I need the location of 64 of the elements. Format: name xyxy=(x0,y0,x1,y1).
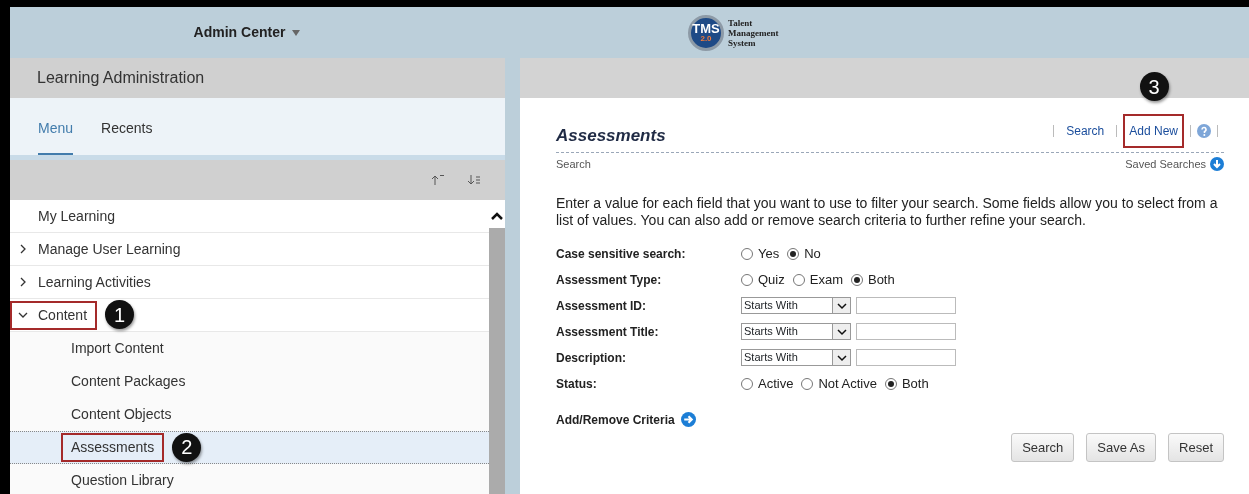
operator-dropdown[interactable]: Starts With xyxy=(741,349,851,366)
logo-wordmark-line: Talent xyxy=(728,17,754,28)
menu-item[interactable]: Content Objects xyxy=(61,400,182,429)
action-button[interactable]: Search xyxy=(1011,432,1075,462)
menu-title[interactable]: Admin Center xyxy=(193,22,286,43)
menu-tab[interactable]: Recents xyxy=(101,118,153,155)
radio-label: Exam xyxy=(809,270,843,289)
radio-label: Both xyxy=(867,270,895,289)
chevron-right-icon[interactable] xyxy=(18,244,28,254)
radio-label: Not Active xyxy=(818,374,877,393)
radio-label: Active xyxy=(758,374,794,393)
sort-ascending-icon[interactable] xyxy=(431,174,445,186)
toolbar-link[interactable]: Add New xyxy=(1123,114,1184,148)
radio-label: No xyxy=(804,244,821,263)
radio-button[interactable] xyxy=(792,273,805,286)
text-field[interactable] xyxy=(856,297,956,314)
menu-item[interactable]: Content Packages xyxy=(61,367,196,396)
field-label: Description: xyxy=(556,349,627,367)
section-label: Search xyxy=(556,157,591,172)
radio-button[interactable] xyxy=(741,377,753,390)
add-remove-criteria-link[interactable]: Add/Remove Criteria xyxy=(556,410,675,429)
menu-item[interactable]: Question Library xyxy=(61,466,184,494)
operator-dropdown[interactable]: Starts With xyxy=(741,323,851,340)
saved-searches-link[interactable]: Saved Searches xyxy=(1125,156,1206,173)
chevron-down-icon[interactable] xyxy=(18,310,28,320)
radio-button[interactable] xyxy=(850,273,863,286)
radio-button[interactable] xyxy=(884,377,897,390)
sort-descending-icon[interactable] xyxy=(467,174,481,186)
help-icon[interactable] xyxy=(1197,124,1211,138)
radio-label: Quiz xyxy=(758,270,785,289)
radio-button[interactable] xyxy=(787,247,800,260)
instructions-text: Enter a value for each field that you want to use to filter your search. Some fields allow you to select from a list of values. You can also add or remove search criteria to further refine your search. xyxy=(556,194,1219,229)
logo-text: TMS xyxy=(692,22,720,35)
action-button[interactable]: Reset xyxy=(1168,432,1224,462)
radio-label: Yes xyxy=(758,244,780,263)
scrollbar-thumb[interactable] xyxy=(489,228,505,494)
radio-label: Both xyxy=(901,374,929,393)
version-text: 2.0 xyxy=(700,35,712,43)
menu-item[interactable]: My Learning xyxy=(36,201,126,231)
logo-wordmark-line: Management xyxy=(728,27,779,38)
text-field[interactable] xyxy=(856,349,956,366)
field-label: Case sensitive search: xyxy=(556,245,687,263)
field-label: Assessment Type: xyxy=(556,271,663,289)
radio-button[interactable] xyxy=(801,377,814,390)
field-label: Status: xyxy=(556,375,598,393)
menu-item[interactable]: Import Content xyxy=(61,334,174,363)
down-arrow-circle-icon[interactable] xyxy=(1210,157,1224,172)
menu-item[interactable]: Content xyxy=(10,300,98,330)
radio-button[interactable] xyxy=(741,273,753,286)
logo-wordmark-line: System xyxy=(728,37,756,48)
field-label: Assessment Title: xyxy=(556,323,660,341)
menu-item[interactable]: Assessments xyxy=(61,433,165,462)
chevron-right-icon[interactable] xyxy=(18,277,28,287)
right-arrow-circle-icon[interactable] xyxy=(680,412,696,427)
field-label: Assessment ID: xyxy=(556,297,648,315)
page-title: Assessments xyxy=(556,124,666,147)
toolbar-link[interactable]: Search xyxy=(1060,114,1111,148)
text-field[interactable] xyxy=(856,323,956,340)
action-button[interactable]: Save As xyxy=(1086,432,1157,462)
operator-dropdown[interactable]: Starts With xyxy=(741,297,851,314)
radio-button[interactable] xyxy=(741,247,753,260)
dropdown-caret-icon[interactable] xyxy=(291,28,302,37)
panel-title: Learning Administration xyxy=(10,58,505,98)
menu-tab[interactable]: Menu xyxy=(38,118,74,155)
